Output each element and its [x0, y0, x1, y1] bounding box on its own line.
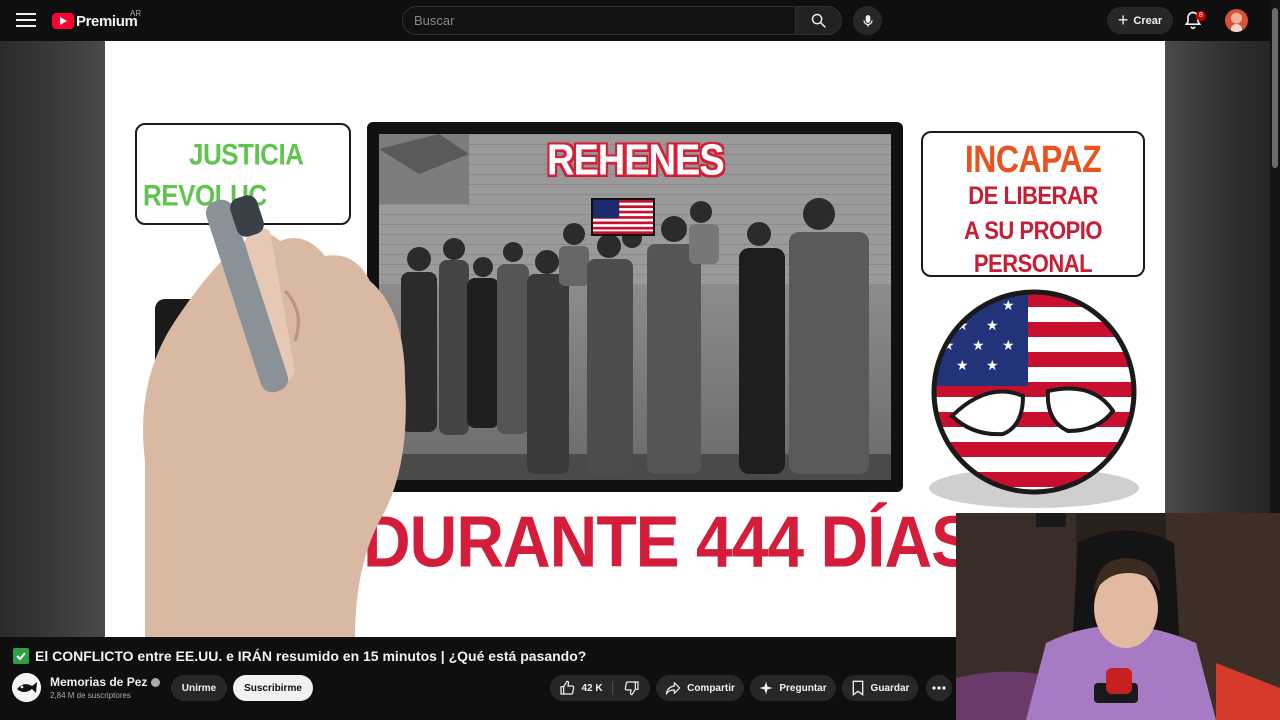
microphone-icon [862, 14, 873, 27]
join-button[interactable]: Unirme [171, 675, 227, 701]
join-label: Unirme [181, 682, 217, 694]
right-note-line1: DE LIBERAR [968, 181, 1098, 210]
menu-icon[interactable] [14, 10, 38, 30]
video-info-bar: El CONFLICTO entre EE.UU. e IRÁN resumid… [0, 637, 956, 720]
svg-text:★: ★ [986, 318, 999, 334]
ask-label: Preguntar [779, 682, 827, 694]
subscriber-count: 2,84 M de suscriptores [50, 691, 131, 700]
country-code: AR [130, 9, 142, 18]
search-icon [811, 13, 826, 28]
channel-avatar[interactable] [12, 673, 41, 702]
svg-text:★: ★ [986, 358, 999, 374]
more-horizontal-icon [932, 686, 946, 690]
svg-text:★: ★ [1002, 298, 1015, 314]
ask-button[interactable]: Preguntar [750, 675, 836, 701]
photo-caption: REHENES [547, 136, 725, 186]
channel-name[interactable]: Memorias de Pez [50, 675, 147, 689]
check-mark-icon [13, 648, 29, 664]
plus-icon: + [1117, 9, 1129, 30]
like-dislike-group: 42 K [550, 675, 650, 701]
dislike-button[interactable] [616, 675, 648, 701]
like-count: 42 K [581, 682, 603, 694]
right-note-box: INCAPAZ DE LIBERAR A SU PROPIO PERSONAL [921, 131, 1145, 278]
thumbs-down-icon [624, 681, 639, 696]
svg-text:★: ★ [1002, 338, 1015, 354]
svg-text:★: ★ [956, 358, 969, 374]
create-button[interactable]: + Crear [1107, 7, 1173, 34]
ambient-left [0, 41, 105, 637]
thumbs-up-icon [560, 680, 575, 695]
share-icon [665, 682, 681, 695]
youtube-logo[interactable]: Premium [52, 11, 138, 31]
voice-search-button[interactable] [853, 6, 882, 35]
hostages-photo: REHENES [367, 122, 903, 492]
bookmark-icon [852, 680, 863, 696]
top-bar: Premium AR + Crear 8 [0, 0, 1280, 41]
notification-badge: 8 [1196, 11, 1206, 21]
right-note-line2: A SU PROPIO [964, 216, 1102, 245]
verified-check-icon [151, 677, 161, 687]
share-button[interactable]: Compartir [656, 675, 744, 701]
bottom-caption: DURANTE 444 DÍAS [363, 500, 975, 582]
like-divider [612, 681, 613, 695]
right-note-title: INCAPAZ [964, 137, 1102, 181]
save-button[interactable]: Guardar [842, 675, 918, 701]
video-title-row: El CONFLICTO entre EE.UU. e IRÁN resumid… [13, 648, 586, 664]
search-button[interactable] [795, 6, 842, 35]
youtube-play-icon [52, 13, 74, 29]
share-label: Compartir [687, 682, 735, 694]
us-flag-icon [591, 198, 655, 236]
svg-text:★: ★ [942, 298, 955, 314]
subscribe-label: Suscribirme [244, 682, 302, 694]
search-bar [402, 6, 842, 35]
save-label: Guardar [870, 682, 910, 694]
svg-text:★: ★ [972, 338, 985, 354]
more-actions-button[interactable] [926, 675, 952, 701]
webcam-overlay [956, 513, 1280, 720]
sparkle-icon [759, 681, 773, 695]
usa-countryball-icon: ★ ★ ★ ★ ★ ★ ★ ★ ★ ★ [931, 289, 1137, 495]
streamer-camera [956, 513, 1280, 720]
create-label: Crear [1133, 14, 1163, 27]
logo-text: Premium [76, 12, 138, 30]
user-avatar[interactable] [1225, 9, 1248, 32]
search-input[interactable] [402, 6, 795, 35]
video-title: El CONFLICTO entre EE.UU. e IRÁN resumid… [35, 648, 587, 664]
subscribe-button[interactable]: Suscribirme [233, 675, 313, 701]
page-scrollbar-thumb[interactable] [1272, 8, 1278, 168]
right-note-line3: PERSONAL [973, 249, 1093, 278]
channel-name-row[interactable]: Memorias de Pez [50, 675, 161, 689]
like-button[interactable]: 42 K [550, 675, 612, 701]
drawing-hand [143, 195, 406, 637]
